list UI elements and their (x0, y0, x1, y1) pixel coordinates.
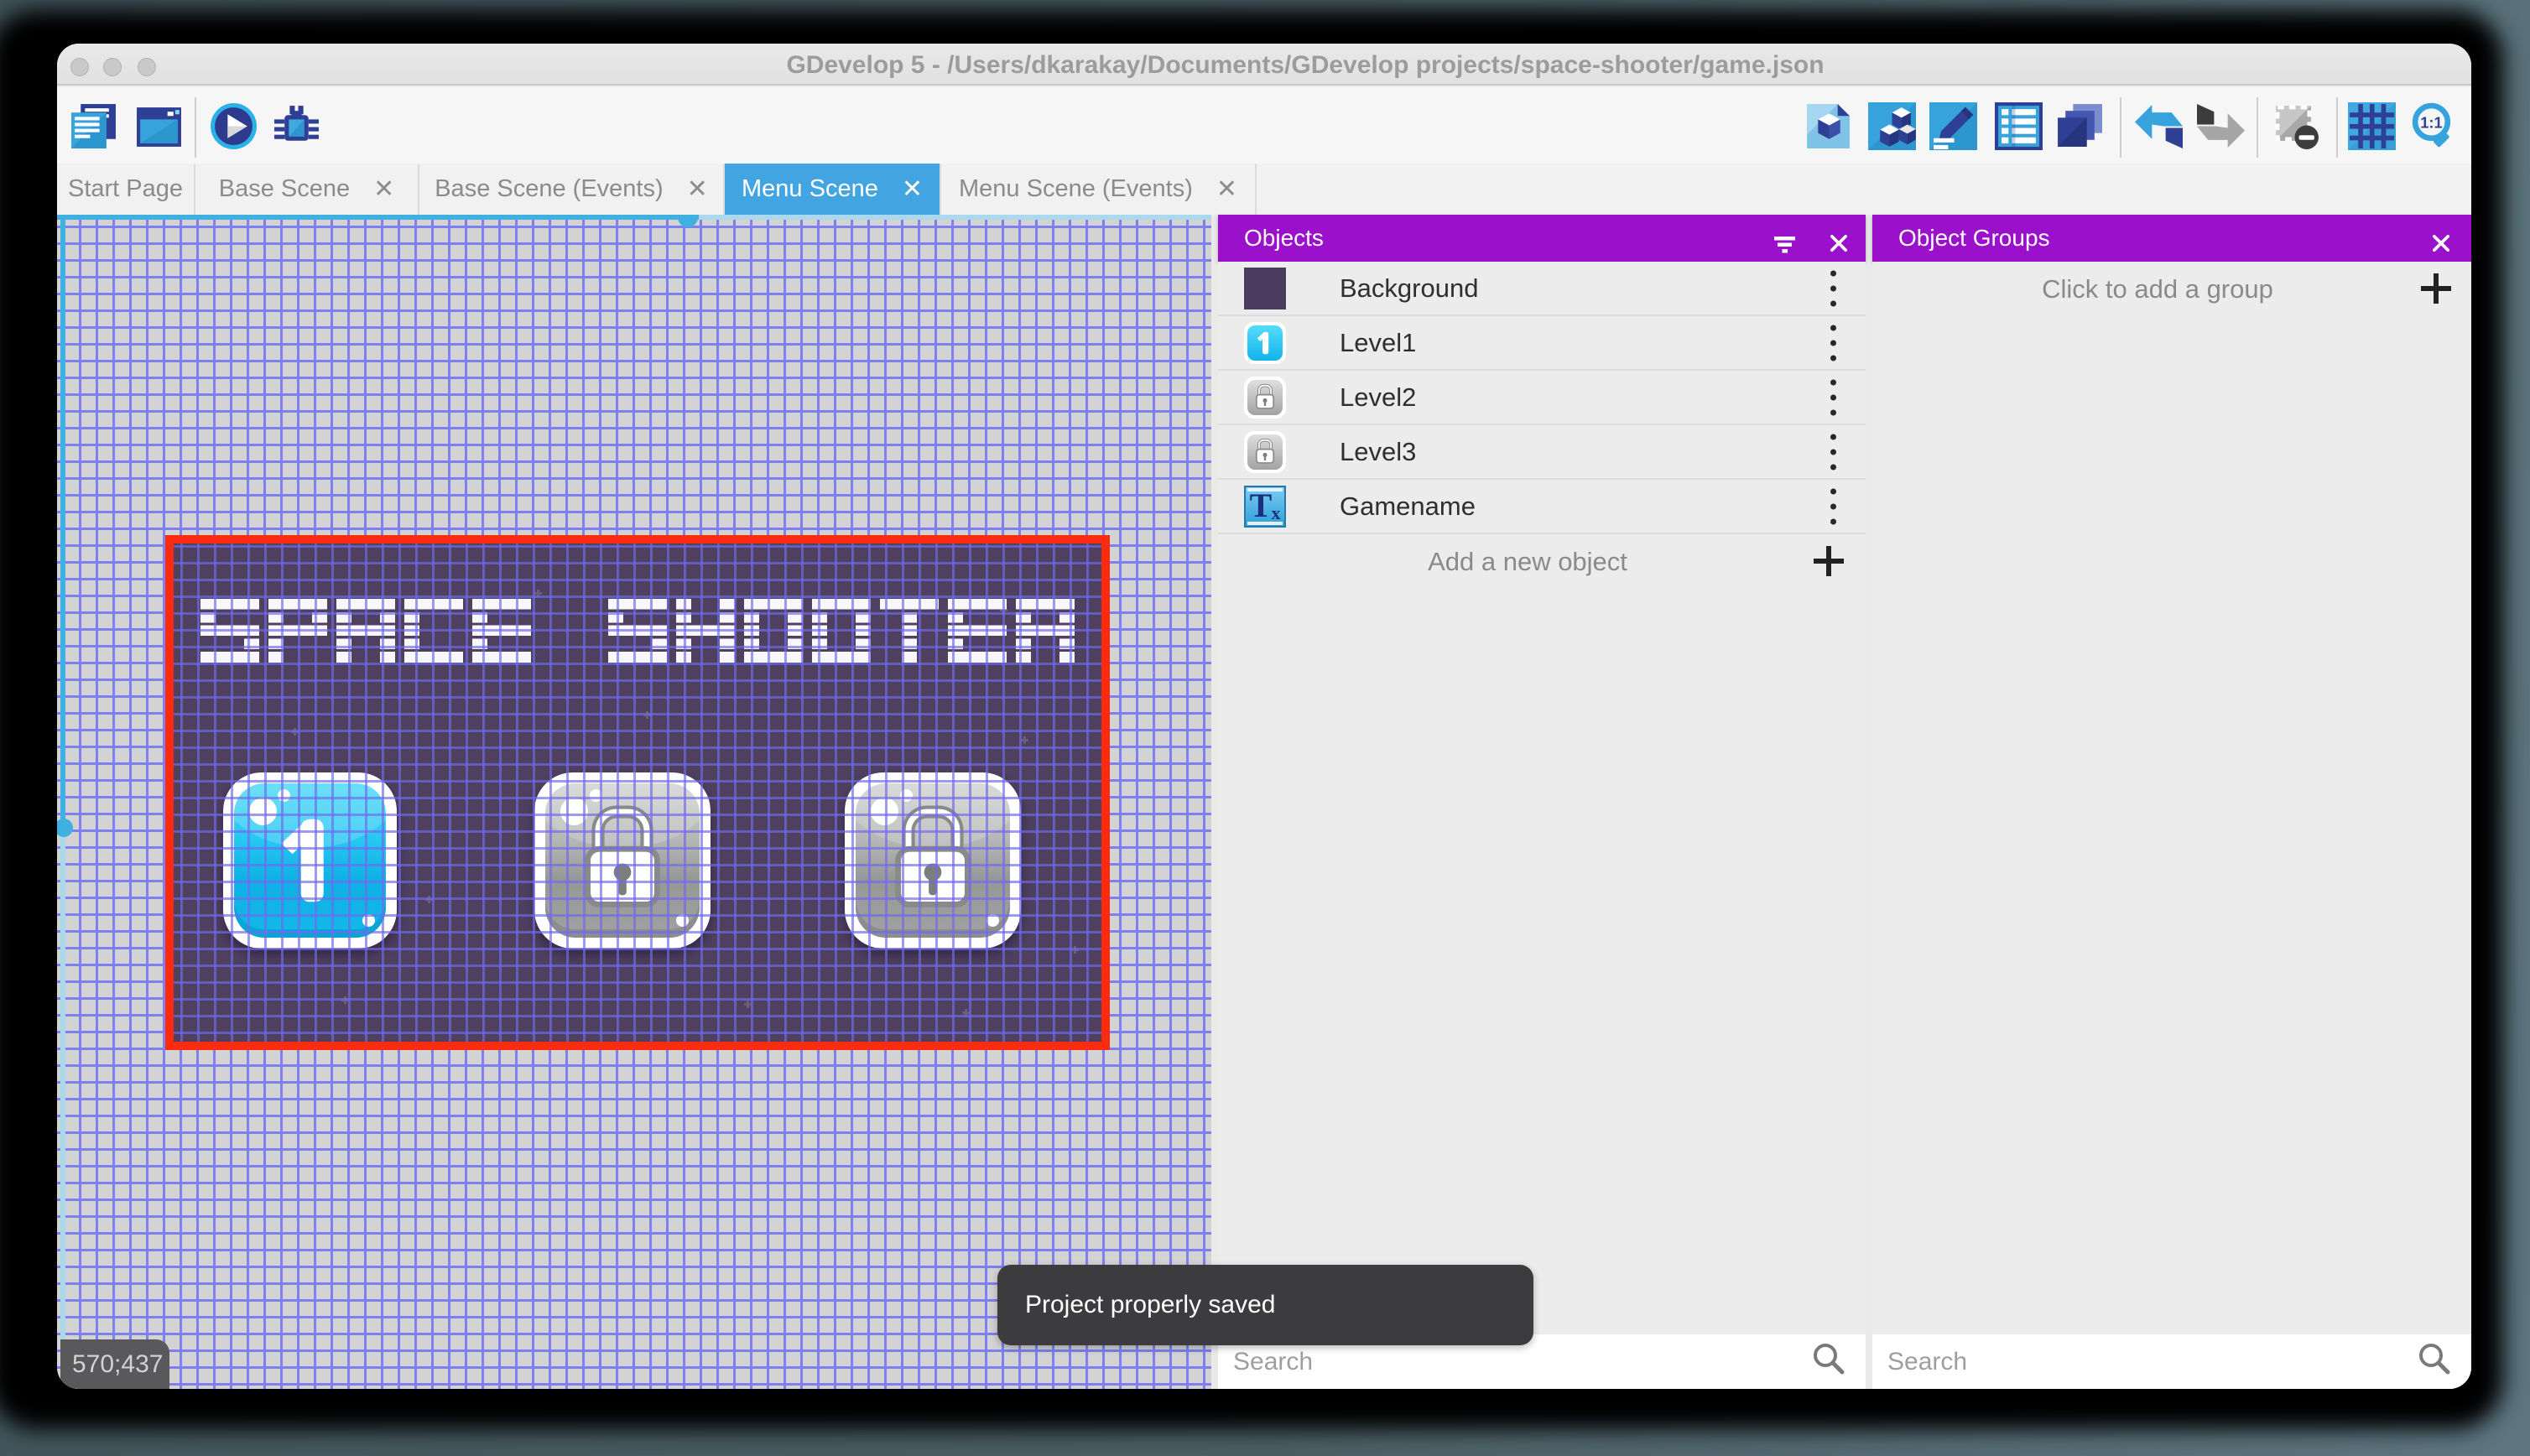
svg-text:x: x (1272, 502, 1281, 523)
svg-text:1:1: 1:1 (2420, 114, 2442, 132)
svg-text:T: T (1250, 486, 1273, 524)
